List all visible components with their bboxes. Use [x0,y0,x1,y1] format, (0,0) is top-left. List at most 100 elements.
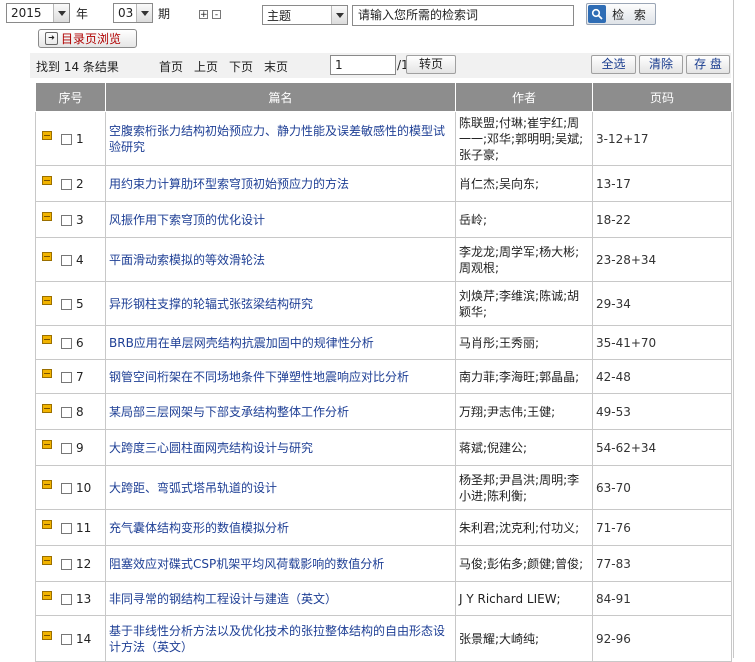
row-checkbox[interactable] [61,482,72,494]
search-input[interactable]: 请输入您所需的检索词 [352,5,574,26]
result-count: 找到 14 条结果 [36,60,119,74]
table-row: 9 大跨度三心圆柱面网壳结构设计与研究 蒋斌;倪建公; 54-62+34 [35,429,732,466]
toc-browse-label: 目录页浏览 [61,32,122,46]
row-checkbox[interactable] [61,214,72,226]
article-title-link[interactable]: 非同寻常的钢结构工程设计与建造（英文） [105,581,456,616]
header-author: 作者 [455,82,593,112]
row-index-cell: 11 [35,509,106,546]
document-icon[interactable] [42,439,52,449]
next-page-link[interactable]: 下页 [229,58,253,75]
document-icon[interactable] [42,403,52,413]
row-index-cell: 9 [35,429,106,466]
row-checkbox[interactable] [61,298,72,310]
collapse-icon[interactable]: - [212,10,221,20]
article-title-link[interactable]: 基于非线性分析方法以及优化技术的张拉整体结构的自由形态设计方法（英文） [105,615,456,662]
pages-cell: 84-91 [592,581,732,616]
table-row: 3 风振作用下索穹顶的优化设计 岳岭; 18-22 [35,201,732,238]
toc-browse-button[interactable]: ➜ 目录页浏览 [38,29,137,48]
author-cell: 万翔;尹志伟;王健; [455,393,593,430]
author-cell: 杨圣邦;尹昌洪;周明;李小进;陈利衡; [455,465,593,510]
table-row: 6 BRB应用在单层网壳结构抗震加固中的规律性分析 马肖彤;王秀丽; 35-41+70 [35,325,732,360]
document-icon[interactable] [42,368,52,378]
row-checkbox[interactable] [61,522,72,534]
select-all-button[interactable]: 全选 [591,55,636,74]
document-icon[interactable] [42,519,52,529]
document-icon[interactable] [42,295,52,305]
row-number: 11 [76,520,92,535]
prev-page-link[interactable]: 上页 [194,58,218,75]
search-field-select[interactable]: 主题 [262,5,348,25]
article-title-link[interactable]: 钢管空间桁架在不同场地条件下弹塑性地震响应对比分析 [105,359,456,394]
arrow-icon: ➜ [45,32,58,45]
article-title-link[interactable]: 异形钢柱支撑的轮辐式张弦梁结构研究 [105,281,456,326]
author-cell: J Y Richard LIEW; [455,581,593,616]
row-checkbox[interactable] [61,178,72,190]
row-checkbox[interactable] [61,133,72,145]
search-icon [588,5,606,23]
document-icon[interactable] [42,479,52,489]
year-select[interactable]: 2015 [6,3,70,23]
last-page-link[interactable]: 末页 [264,58,288,75]
document-icon[interactable] [42,130,52,140]
table-row: 5 异形钢柱支撑的轮辐式张弦梁结构研究 刘焕芹;李维滨;陈诚;胡颖华; 29-34 [35,281,732,326]
article-title-link[interactable]: 用约束力计算肋环型索穹顶初始预应力的方法 [105,165,456,202]
year-label: 年 [76,7,89,21]
article-title-link[interactable]: 大跨距、弯弧式塔吊轨道的设计 [105,465,456,510]
article-title-link[interactable]: 阻塞效应对碟式CSP机架平均风荷载影响的数值分析 [105,545,456,582]
document-icon[interactable] [42,590,52,600]
search-button[interactable]: 检 索 [586,3,656,25]
author-cell: 马肖彤;王秀丽; [455,325,593,360]
row-checkbox[interactable] [61,442,72,454]
row-checkbox[interactable] [61,633,72,645]
row-checkbox[interactable] [61,337,72,349]
clear-button[interactable]: 清除 [639,55,683,74]
document-icon[interactable] [42,211,52,221]
table-row: 12 阻塞效应对碟式CSP机架平均风荷载影响的数值分析 马俊;彭佑多;颜健;曾俊; 7… [35,545,732,582]
row-number: 3 [76,212,84,227]
article-title-link[interactable]: 风振作用下索穹顶的优化设计 [105,201,456,238]
article-title-link[interactable]: 某局部三层网架与下部支承结构整体工作分析 [105,393,456,430]
pages-cell: 42-48 [592,359,732,394]
row-index-cell: 10 [35,465,106,510]
pages-cell: 23-28+34 [592,237,732,282]
save-button[interactable]: 存 盘 [686,55,730,74]
goto-page-button[interactable]: 转页 [406,55,456,74]
page-number-input[interactable]: 1 [330,55,396,75]
article-title-link[interactable]: 平面滑动索模拟的等效滑轮法 [105,237,456,282]
row-index-cell: 5 [35,281,106,326]
article-title-link[interactable]: BRB应用在单层网壳结构抗震加固中的规律性分析 [105,325,456,360]
table-row: 1 空腹索桁张力结构初始预应力、静力性能及误差敏感性的模型试验研究 陈联盟;付琳;崔… [35,111,732,166]
row-checkbox[interactable] [61,593,72,605]
row-checkbox[interactable] [61,371,72,383]
row-checkbox[interactable] [61,254,72,266]
pages-cell: 92-96 [592,615,732,662]
row-index-cell: 8 [35,393,106,430]
result-toolbar: 找到 14 条结果 首页 上页 下页 末页 1 /1 转页 全选 清除 存 盘 [30,53,731,78]
document-icon[interactable] [42,175,52,185]
table-row: 14 基于非线性分析方法以及优化技术的张拉整体结构的自由形态设计方法（英文） 张景耀… [35,615,732,662]
table-row: 13 非同寻常的钢结构工程设计与建造（英文） J Y Richard LIEW; 84… [35,581,732,616]
pages-cell: 29-34 [592,281,732,326]
row-index-cell: 7 [35,359,106,394]
row-checkbox[interactable] [61,406,72,418]
header-pages: 页码 [592,82,732,112]
document-icon[interactable] [42,251,52,261]
article-title-link[interactable]: 充气囊体结构变形的数值模拟分析 [105,509,456,546]
header-title: 篇名 [105,82,456,112]
issue-select[interactable]: 03 [113,3,153,23]
row-number: 6 [76,335,84,350]
chevron-down-icon [53,4,69,22]
document-icon[interactable] [42,555,52,565]
expand-icon[interactable]: + [199,10,208,20]
article-title-link[interactable]: 空腹索桁张力结构初始预应力、静力性能及误差敏感性的模型试验研究 [105,111,456,166]
row-index-cell: 14 [35,615,106,662]
row-index-cell: 6 [35,325,106,360]
author-cell: 朱利君;沈克利;付功义; [455,509,593,546]
document-icon[interactable] [42,334,52,344]
row-checkbox[interactable] [61,558,72,570]
author-cell: 蒋斌;倪建公; [455,429,593,466]
first-page-link[interactable]: 首页 [159,58,183,75]
document-icon[interactable] [42,630,52,640]
issue-label: 期 [158,7,171,21]
article-title-link[interactable]: 大跨度三心圆柱面网壳结构设计与研究 [105,429,456,466]
